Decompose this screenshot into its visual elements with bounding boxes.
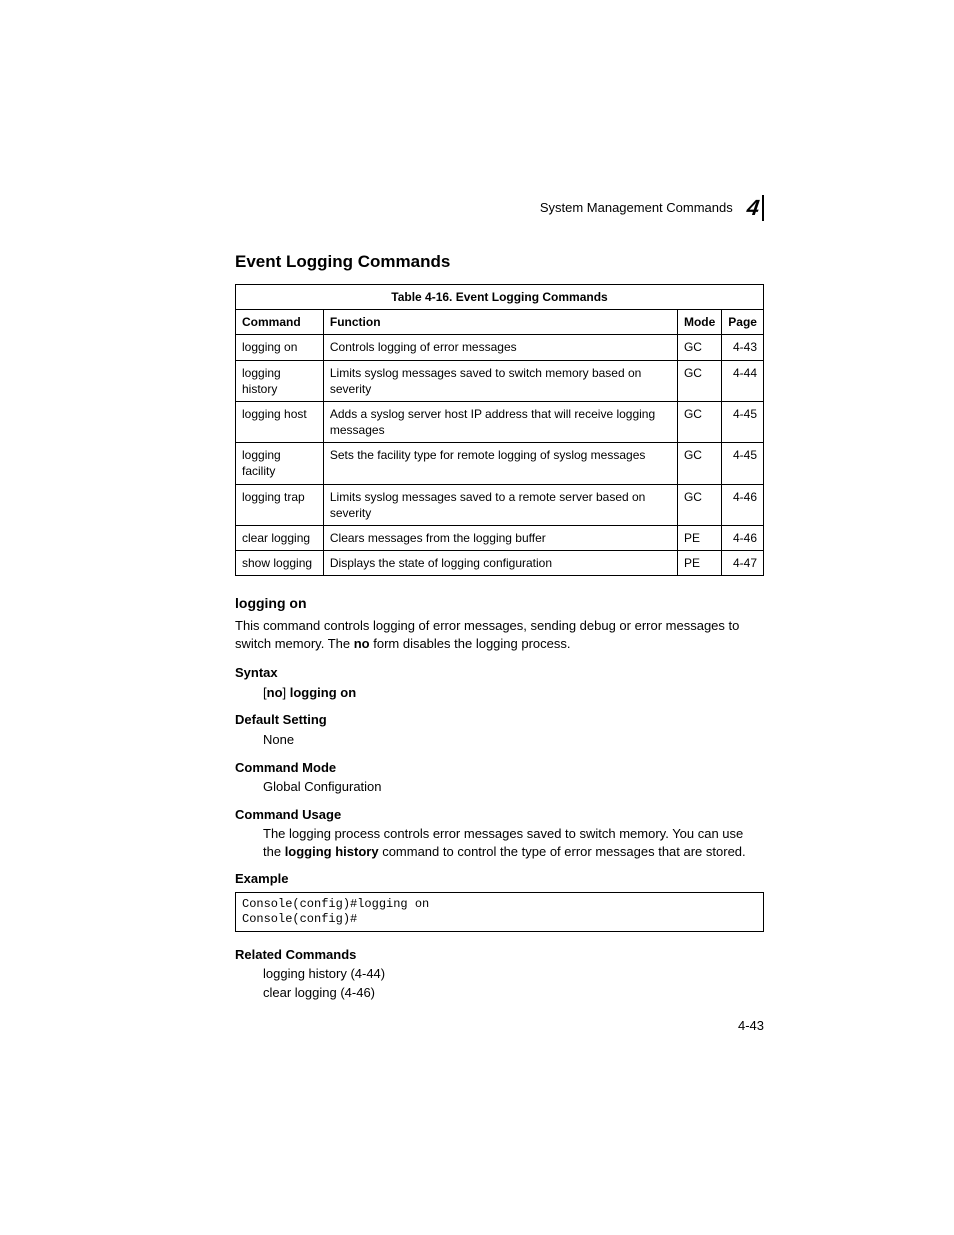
related-command-item: logging history (4-44): [263, 965, 764, 983]
cell-command: logging trap: [236, 484, 324, 525]
table-row: show logging Displays the state of loggi…: [236, 551, 764, 576]
cell-command: logging history: [236, 360, 324, 401]
cell-page: 4-43: [722, 335, 764, 360]
cell-mode: GC: [677, 335, 721, 360]
syntax-label: Syntax: [235, 664, 764, 682]
default-setting-value: None: [263, 731, 764, 749]
cell-mode: GC: [677, 401, 721, 442]
syntax-no: no: [267, 685, 283, 700]
cell-mode: PE: [677, 551, 721, 576]
related-commands-label: Related Commands: [235, 946, 764, 964]
cell-page: 4-46: [722, 526, 764, 551]
usage-bold: logging history: [285, 844, 379, 859]
cell-function: Clears messages from the logging buffer: [323, 526, 677, 551]
cell-command: logging facility: [236, 443, 324, 484]
table-row: logging on Controls logging of error mes…: [236, 335, 764, 360]
chapter-number: 4: [745, 197, 759, 219]
command-mode-value: Global Configuration: [263, 778, 764, 796]
cell-function: Limits syslog messages saved to switch m…: [323, 360, 677, 401]
cell-function: Adds a syslog server host IP address tha…: [323, 401, 677, 442]
cell-command: clear logging: [236, 526, 324, 551]
command-usage-label: Command Usage: [235, 806, 764, 824]
command-name-heading: logging on: [235, 594, 764, 613]
cell-function: Sets the facility type for remote loggin…: [323, 443, 677, 484]
table-caption: Table 4-16. Event Logging Commands: [235, 284, 764, 309]
example-label: Example: [235, 870, 764, 888]
cell-page: 4-45: [722, 443, 764, 484]
desc-bold: no: [354, 636, 370, 651]
cell-page: 4-44: [722, 360, 764, 401]
table-row: clear logging Clears messages from the l…: [236, 526, 764, 551]
cell-page: 4-46: [722, 484, 764, 525]
cell-mode: PE: [677, 526, 721, 551]
syntax-line: [no] logging on: [263, 684, 764, 702]
col-command: Command: [236, 310, 324, 335]
page: System Management Commands 4 Event Loggi…: [0, 0, 954, 1235]
table-row: logging trap Limits syslog messages save…: [236, 484, 764, 525]
command-description: This command controls logging of error m…: [235, 617, 764, 652]
cell-command: logging host: [236, 401, 324, 442]
default-setting-label: Default Setting: [235, 711, 764, 729]
table-row: logging facility Sets the facility type …: [236, 443, 764, 484]
section-title: Event Logging Commands: [235, 251, 764, 274]
cell-mode: GC: [677, 484, 721, 525]
command-usage-text: The logging process controls error messa…: [263, 825, 764, 860]
page-number: 4-43: [738, 1017, 764, 1035]
table-header-row: Command Function Mode Page: [236, 310, 764, 335]
table-row: logging history Limits syslog messages s…: [236, 360, 764, 401]
col-page: Page: [722, 310, 764, 335]
cell-mode: GC: [677, 443, 721, 484]
related-command-item: clear logging (4-46): [263, 984, 764, 1002]
usage-text: command to control the type of error mes…: [379, 844, 746, 859]
syntax-bracket: ]: [283, 685, 290, 700]
cell-mode: GC: [677, 360, 721, 401]
table-row: logging host Adds a syslog server host I…: [236, 401, 764, 442]
cell-command: show logging: [236, 551, 324, 576]
col-mode: Mode: [677, 310, 721, 335]
cell-command: logging on: [236, 335, 324, 360]
chapter-icon: 4: [747, 195, 764, 221]
running-header: System Management Commands 4: [235, 195, 764, 221]
syntax-command: logging on: [290, 685, 356, 700]
cell-function: Limits syslog messages saved to a remote…: [323, 484, 677, 525]
cell-page: 4-47: [722, 551, 764, 576]
running-header-text: System Management Commands: [540, 199, 733, 217]
col-function: Function: [323, 310, 677, 335]
commands-table: Table 4-16. Event Logging Commands Comma…: [235, 284, 764, 576]
cell-function: Displays the state of logging configurat…: [323, 551, 677, 576]
example-code: Console(config)#logging on Console(confi…: [235, 892, 764, 932]
desc-text: form disables the logging process.: [370, 636, 571, 651]
command-mode-label: Command Mode: [235, 759, 764, 777]
cell-page: 4-45: [722, 401, 764, 442]
cell-function: Controls logging of error messages: [323, 335, 677, 360]
